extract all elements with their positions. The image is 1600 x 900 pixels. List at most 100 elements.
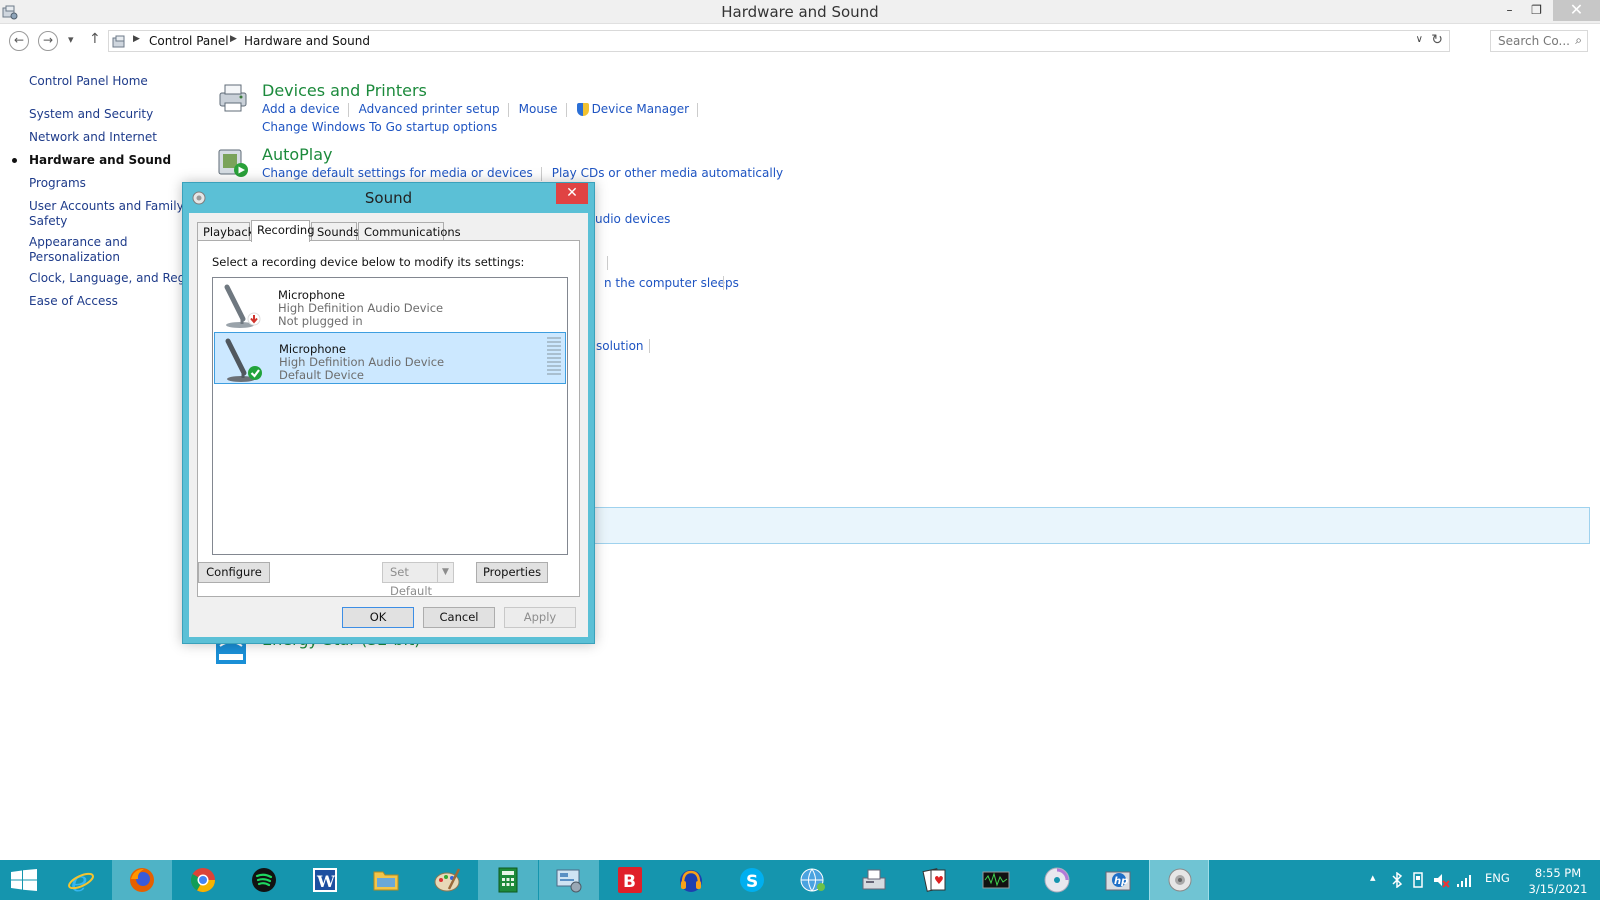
sidebar-item-hardware-and-sound[interactable]: Hardware and Sound [29,153,171,168]
search-box[interactable]: Search Co... ⌕ [1490,30,1588,52]
taskbar-network[interactable] [783,860,843,900]
control-panel-icon [112,35,125,48]
taskbar-control-panel[interactable] [539,860,599,900]
volume-muted-icon[interactable] [1432,871,1450,889]
hovered-category-row[interactable] [585,507,1590,544]
play-cds-automatically-link[interactable]: Play CDs or other media automatically [552,166,783,180]
breadcrumb-separator[interactable]: ▶ [133,34,140,44]
configure-button[interactable]: Configure [198,562,270,583]
tab-recording[interactable]: Recording [251,220,315,242]
device-manager-link[interactable]: Device Manager [592,102,689,116]
chevron-down-icon[interactable]: ▼ [437,563,453,582]
link-divider [649,339,650,353]
bluetooth-icon[interactable] [1391,872,1403,888]
language-indicator[interactable]: ENG [1485,871,1510,885]
taskbar-internet-explorer[interactable]: e [51,860,111,900]
tab-playback[interactable]: Playback [197,222,254,240]
sidebar-item-programs[interactable]: Programs [29,176,86,191]
sidebar-item-system-and-security[interactable]: System and Security [29,107,153,122]
taskbar-sound-recorder[interactable] [966,860,1026,900]
windows-to-go-link[interactable]: Change Windows To Go startup options [262,120,497,134]
svg-text:S: S [746,872,758,892]
breadcrumb-separator[interactable]: ▶ [230,34,237,44]
taskbar-skype[interactable]: S [722,860,782,900]
usb-device-icon[interactable] [1410,871,1426,889]
sidebar-item-control-panel-home[interactable]: Control Panel Home [29,74,148,89]
advanced-printer-setup-link[interactable]: Advanced printer setup [359,102,500,116]
close-button[interactable]: ✕ [1553,0,1600,21]
taskbar-solitaire[interactable]: ♥ [905,860,965,900]
taskbar-hp[interactable]: hp [1088,860,1148,900]
minimize-button[interactable]: – [1496,0,1523,21]
breadcrumb-control-panel[interactable]: Control Panel [149,34,229,48]
svg-text:W: W [316,872,336,891]
address-dropdown-button[interactable]: ∨ [1416,34,1423,45]
forward-button[interactable]: → [38,31,58,51]
recent-locations-button[interactable]: ▾ [68,33,74,46]
folder-icon [373,871,399,891]
taskbar-sound[interactable] [1149,860,1209,900]
search-input[interactable]: Search Co... [1498,34,1570,48]
link-divider [607,256,608,270]
refresh-button[interactable]: ↻ [1431,32,1443,48]
taskbar-file-explorer[interactable] [356,860,416,900]
level-meter [547,337,561,381]
microphone-icon [224,284,261,328]
mouse-link[interactable]: Mouse [519,102,558,116]
sidebar-item-ease-of-access[interactable]: Ease of Access [29,294,118,309]
taskbar-word[interactable]: W [295,860,355,900]
device-item-microphone-unplugged[interactable]: Microphone High Definition Audio Device … [214,279,566,331]
address-bar[interactable]: ▶ Control Panel ▶ Hardware and Sound ∨ ↻ [108,30,1450,52]
sidebar-item-user-accounts[interactable]: User Accounts and Family [29,199,184,214]
system-clock[interactable]: 8:55 PM 3/15/2021 [1528,865,1588,897]
dialog-body: Playback Recording Sounds Communications… [189,213,588,637]
taskbar-bitdefender[interactable]: B [600,860,660,900]
autoplay-link[interactable]: AutoPlay [262,145,333,164]
set-default-button[interactable]: Set Default ▼ [382,562,454,598]
taskbar-calculator[interactable] [478,860,538,900]
sidebar-item-user-accounts[interactable]: Safety [29,214,67,229]
add-a-device-link[interactable]: Add a device [262,102,340,116]
svg-text:♥: ♥ [934,874,944,887]
restore-button[interactable]: ❐ [1523,0,1550,21]
sidebar-item-clock-language-region[interactable]: Clock, Language, and Region [29,271,204,286]
signal-strength-icon[interactable] [1456,872,1472,888]
manage-audio-devices-link[interactable]: udio devices [595,212,670,226]
taskbar-firefox[interactable] [112,860,172,900]
taskbar-fax[interactable] [844,860,904,900]
change-default-media-settings-link[interactable]: Change default settings for media or dev… [262,166,533,180]
cancel-button[interactable]: Cancel [423,607,495,628]
apply-button[interactable]: Apply [504,607,576,628]
taskbar-chrome[interactable] [173,860,233,900]
printer-icon [219,84,247,112]
sidebar-item-appearance[interactable]: Personalization [29,250,120,265]
back-button[interactable]: ← [9,31,29,51]
dialog-close-button[interactable]: ✕ [556,183,588,204]
tab-sounds[interactable]: Sounds [311,222,359,240]
device-item-microphone-default[interactable]: Microphone High Definition Audio Device … [214,332,566,384]
tray-expand-button[interactable]: ▴ [1370,871,1376,884]
search-icon[interactable]: ⌕ [1575,33,1582,48]
taskbar-audacity[interactable] [661,860,721,900]
start-button[interactable] [0,860,50,900]
display-resolution-link[interactable]: solution [596,339,644,353]
clock-date: 3/15/2021 [1528,882,1588,896]
recording-device-list[interactable]: Microphone High Definition Audio Device … [212,277,568,555]
navigation-bar: ← → ▾ ↑ ▶ Control Panel ▶ Hardware and S… [0,25,1600,57]
taskbar-spotify[interactable] [234,860,294,900]
fax-printer-icon [862,869,886,890]
tab-communications[interactable]: Communications [358,222,461,240]
up-button[interactable]: ↑ [89,31,101,47]
properties-button[interactable]: Properties [476,562,548,583]
sidebar-item-network-and-internet[interactable]: Network and Internet [29,130,157,145]
power-sleep-link[interactable]: n the computer sleeps [604,276,739,290]
link-divider [723,276,724,290]
taskbar-dvd[interactable] [1027,860,1087,900]
devices-and-printers-link[interactable]: Devices and Printers [262,81,427,100]
taskbar-paint[interactable] [417,860,477,900]
speaker-icon [1168,868,1192,892]
ok-button[interactable]: OK [342,607,414,628]
sidebar-item-appearance[interactable]: Appearance and [29,235,127,250]
breadcrumb-hardware-and-sound[interactable]: Hardware and Sound [244,34,370,48]
devices-links-row2: Change Windows To Go startup options [262,120,497,134]
